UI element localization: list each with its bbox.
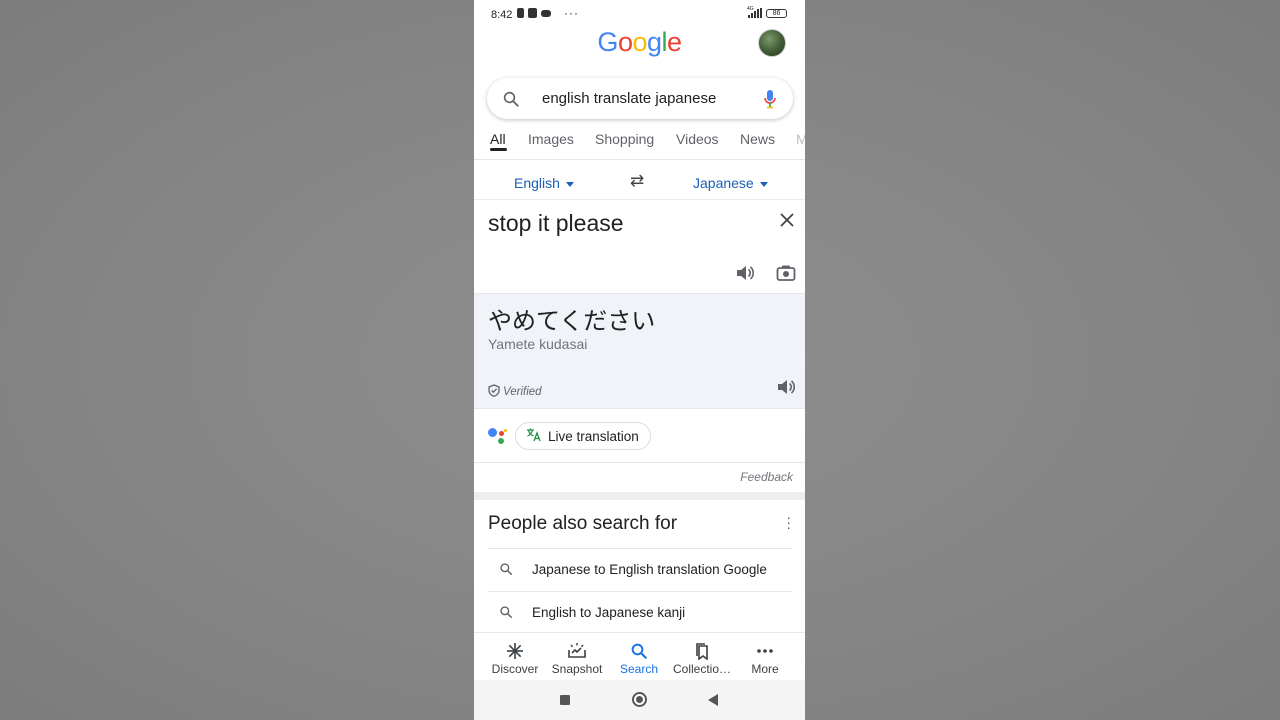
translate-icon	[526, 427, 541, 445]
status-bar: 8:42 ··· 4G 86	[474, 0, 805, 28]
nav-more[interactable]: More	[734, 641, 796, 676]
translated-text: やめてください	[488, 307, 656, 335]
language-selector: English ⇄ Japanese	[474, 170, 805, 200]
nav-label: Snapshot	[551, 662, 603, 676]
tab-videos[interactable]: Videos	[676, 131, 719, 147]
live-translation-row: Live translation	[474, 410, 805, 463]
tab-all[interactable]: All	[490, 131, 506, 147]
status-time: 8:42	[491, 9, 513, 21]
nav-label: Collectio…	[672, 662, 732, 676]
shield-check-icon	[488, 384, 500, 400]
bookmarks-icon	[670, 641, 734, 661]
game-icon	[541, 9, 551, 17]
camera-icon[interactable]	[776, 264, 796, 287]
asterisk-icon	[484, 641, 546, 661]
battery-icon: 86	[766, 8, 787, 18]
logo-letter: G	[597, 27, 618, 57]
signal-icon: 4G	[747, 6, 762, 18]
logo-letter: g	[647, 27, 662, 57]
search-icon	[608, 641, 670, 661]
nav-search[interactable]: Search	[608, 641, 670, 676]
source-language-label: English	[514, 175, 560, 191]
chevron-down-icon	[565, 181, 574, 187]
app-notification-icon	[528, 8, 537, 18]
system-navigation-bar	[474, 680, 805, 720]
recent-apps-button[interactable]	[560, 695, 570, 705]
nav-collections[interactable]: Collectio…	[670, 641, 734, 676]
result-speaker-icon[interactable]	[776, 378, 796, 401]
status-notification-icons	[517, 8, 551, 18]
translation-result: やめてください Yamete kudasai Verified	[474, 293, 805, 409]
live-translation-label: Live translation	[548, 428, 639, 444]
search-icon[interactable]	[502, 90, 520, 113]
source-language-select[interactable]: English	[514, 175, 574, 191]
back-button[interactable]	[708, 694, 718, 706]
nav-snapshot[interactable]: Snapshot	[546, 641, 608, 676]
google-logo: Google	[474, 27, 805, 58]
logo-letter: o	[632, 27, 647, 57]
tab-more-partial[interactable]: M	[796, 131, 805, 147]
microphone-icon[interactable]	[763, 89, 777, 114]
trash-icon	[517, 8, 524, 18]
section-divider	[474, 492, 805, 500]
verified-badge: Verified	[488, 384, 542, 400]
bottom-navigation: Discover Snapshot Search Collectio… More	[474, 632, 805, 680]
list-item[interactable]: English to Japanese kanji	[488, 591, 792, 633]
target-language-select[interactable]: Japanese	[693, 175, 768, 191]
people-also-search-title: People also search for	[488, 513, 678, 534]
more-notifications-icon: ···	[564, 6, 579, 20]
verified-label: Verified	[503, 386, 542, 398]
search-icon	[499, 562, 513, 581]
nav-label: More	[751, 662, 779, 676]
account-avatar[interactable]	[758, 29, 786, 57]
network-label: 4G	[747, 6, 754, 12]
source-text-input[interactable]: stop it please	[488, 210, 624, 237]
more-options-icon[interactable]: · · ·	[786, 510, 791, 534]
chevron-down-icon	[759, 181, 768, 187]
clear-text-icon[interactable]	[779, 211, 795, 234]
status-right: 4G 86	[747, 6, 787, 18]
list-item-label: Japanese to English translation Google	[532, 562, 767, 577]
search-query[interactable]: english translate japanese	[542, 90, 716, 107]
phone-screen: 8:42 ··· 4G 86 Google english translate …	[474, 0, 805, 720]
list-item[interactable]: Japanese to English translation Google	[488, 548, 792, 590]
logo-letter: o	[617, 27, 633, 57]
swap-languages-icon[interactable]: ⇄	[630, 171, 644, 191]
active-tab-indicator	[490, 148, 507, 151]
more-dots-icon	[734, 641, 796, 661]
search-icon	[499, 605, 513, 624]
logo-letter: e	[667, 27, 682, 57]
google-assistant-icon	[488, 428, 508, 446]
list-item-label: English to Japanese kanji	[532, 605, 686, 620]
search-tabs: All Images Shopping Videos News M	[474, 130, 805, 160]
snapshot-icon	[546, 641, 608, 661]
feedback-link[interactable]: Feedback	[740, 470, 793, 484]
target-language-label: Japanese	[693, 175, 754, 191]
search-box[interactable]: english translate japanese	[487, 78, 793, 119]
nav-label: Search	[619, 662, 659, 676]
tab-images[interactable]: Images	[528, 131, 574, 147]
home-button[interactable]	[632, 692, 647, 707]
romanization-text: Yamete kudasai	[488, 336, 588, 352]
tab-shopping[interactable]: Shopping	[595, 131, 654, 147]
live-translation-button[interactable]: Live translation	[515, 422, 651, 450]
nav-label: Discover	[491, 662, 539, 676]
speaker-icon[interactable]	[735, 264, 755, 287]
tab-news[interactable]: News	[740, 131, 775, 147]
nav-discover[interactable]: Discover	[484, 641, 546, 676]
